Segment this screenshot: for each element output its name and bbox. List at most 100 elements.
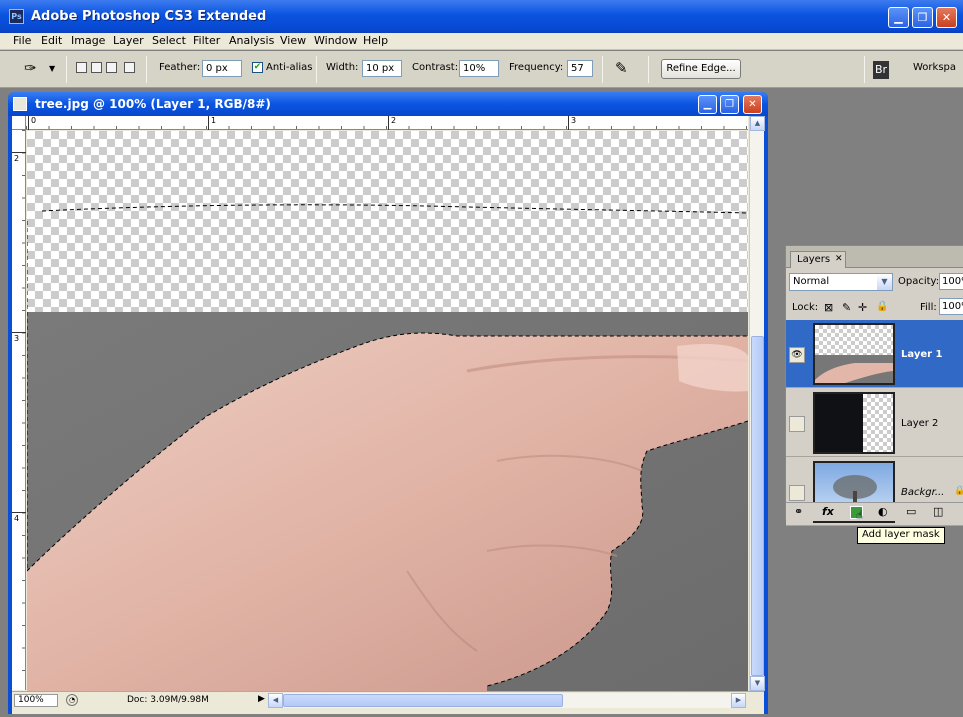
scroll-left-arrow-icon[interactable]: ◀ bbox=[268, 693, 283, 708]
doc-close-button[interactable]: ✕ bbox=[743, 95, 762, 114]
fill-label: Fill: bbox=[920, 302, 937, 313]
subtract-from-selection-icon[interactable] bbox=[106, 62, 117, 73]
menu-filter[interactable]: Filter bbox=[193, 34, 220, 47]
horizontal-ruler[interactable]: 0 1 2 3 bbox=[26, 116, 748, 130]
menu-layer[interactable]: Layer bbox=[113, 34, 144, 47]
separator bbox=[648, 56, 649, 83]
doc-maximize-button[interactable]: ❐ bbox=[720, 95, 739, 114]
ruler-label: 1 bbox=[211, 116, 217, 125]
lock-position-icon[interactable]: ✛ bbox=[858, 301, 867, 314]
menu-help[interactable]: Help bbox=[363, 34, 388, 47]
layer-row-layer-2[interactable]: Layer 2 bbox=[786, 389, 963, 457]
layer-name: Backgr... bbox=[901, 487, 945, 498]
menu-file[interactable]: File bbox=[13, 34, 31, 47]
status-menu-icon[interactable]: ◔ bbox=[66, 694, 78, 706]
separator bbox=[864, 56, 865, 83]
new-group-icon[interactable]: ▭ bbox=[906, 505, 916, 518]
layers-tab-bar: Layers ✕ bbox=[786, 246, 963, 268]
visibility-toggle[interactable] bbox=[789, 416, 805, 432]
app-title-bar: Ps Adobe Photoshop CS3 Extended ▁ ❐ ✕ bbox=[0, 0, 963, 33]
opacity-label: Opacity: bbox=[898, 276, 940, 287]
eye-icon[interactable]: 👁 bbox=[789, 347, 805, 363]
menu-window[interactable]: Window bbox=[314, 34, 357, 47]
ruler-major-tick bbox=[12, 332, 26, 333]
opacity-input[interactable]: 100% bbox=[939, 273, 963, 290]
menu-edit[interactable]: Edit bbox=[41, 34, 62, 47]
ruler-major-tick bbox=[568, 116, 569, 130]
scroll-down-arrow-icon[interactable]: ▼ bbox=[750, 676, 765, 691]
layers-panel: Layers ✕ Normal ▼ Opacity: 100% Lock: ⊠ … bbox=[785, 245, 963, 526]
close-tab-icon[interactable]: ✕ bbox=[835, 254, 843, 264]
vertical-ruler[interactable]: 2 3 4 bbox=[12, 130, 26, 690]
doc-minimize-button[interactable]: ▁ bbox=[698, 95, 717, 114]
document-title: tree.jpg @ 100% (Layer 1, RGB/8#) bbox=[35, 97, 271, 111]
selection-marquee-top bbox=[41, 204, 748, 214]
vertical-scroll-thumb[interactable] bbox=[751, 336, 764, 676]
scroll-up-arrow-icon[interactable]: ▲ bbox=[750, 116, 765, 131]
refine-edge-button[interactable]: Refine Edge... bbox=[661, 59, 741, 79]
contrast-input[interactable]: 10% bbox=[459, 60, 499, 77]
layers-tab[interactable]: Layers ✕ bbox=[790, 251, 846, 268]
bridge-icon[interactable]: Br bbox=[873, 61, 890, 79]
chevron-down-icon[interactable]: ▼ bbox=[877, 274, 892, 290]
add-to-selection-icon[interactable] bbox=[91, 62, 102, 73]
ruler-label: 2 bbox=[391, 116, 397, 125]
fx-icon[interactable]: fx bbox=[822, 505, 834, 518]
link-layers-icon[interactable]: ⚭ bbox=[794, 505, 803, 518]
ruler-label: 3 bbox=[571, 116, 577, 125]
frequency-label: Frequency: bbox=[509, 62, 564, 73]
tool-preset-chevron-icon[interactable]: ▼ bbox=[49, 64, 55, 73]
visibility-toggle[interactable] bbox=[789, 485, 805, 501]
tablet-pressure-icon[interactable]: ✎ bbox=[615, 59, 628, 77]
layer-row-layer-1[interactable]: 👁 Layer 1 bbox=[786, 320, 963, 388]
ruler-label: 4 bbox=[14, 514, 20, 523]
lock-all-icon[interactable]: 🔒 bbox=[876, 301, 888, 312]
layer-name: Layer 1 bbox=[901, 349, 943, 360]
layer-thumbnail bbox=[813, 323, 895, 385]
feather-label: Feather: bbox=[159, 62, 201, 73]
ruler-origin[interactable] bbox=[12, 116, 26, 130]
zoom-field[interactable]: 100% bbox=[14, 694, 58, 707]
document-window: tree.jpg @ 100% (Layer 1, RGB/8#) ▁ ❐ ✕ … bbox=[8, 92, 768, 714]
menu-image[interactable]: Image bbox=[71, 34, 105, 47]
close-button[interactable]: ✕ bbox=[936, 7, 957, 28]
antialias-label: Anti-alias bbox=[266, 62, 313, 73]
horizontal-scroll-thumb[interactable] bbox=[283, 694, 563, 707]
contrast-label: Contrast: bbox=[412, 62, 459, 73]
feather-input[interactable]: 0 px bbox=[202, 60, 242, 77]
workspace-button[interactable]: Workspa bbox=[913, 62, 956, 73]
layer-thumbnail bbox=[813, 392, 895, 454]
new-selection-icon[interactable] bbox=[76, 62, 87, 73]
width-label: Width: bbox=[326, 62, 359, 73]
new-layer-icon[interactable]: ◫ bbox=[933, 505, 943, 518]
horizontal-scrollbar[interactable]: ◀ ▶ bbox=[268, 693, 746, 708]
canvas-artwork bbox=[27, 204, 748, 691]
width-input[interactable]: 10 px bbox=[362, 60, 402, 77]
blend-mode-select[interactable]: Normal ▼ bbox=[789, 273, 893, 291]
blend-mode-value: Normal bbox=[793, 276, 830, 287]
magnetic-lasso-tool-icon[interactable]: ✑ bbox=[24, 59, 37, 77]
ruler-label: 0 bbox=[31, 116, 37, 125]
adjustment-layer-icon[interactable]: ◐ bbox=[878, 505, 888, 518]
menu-view[interactable]: View bbox=[280, 34, 306, 47]
photoshop-logo-icon: Ps bbox=[9, 9, 24, 24]
intersect-selection-icon[interactable] bbox=[124, 62, 135, 73]
frequency-input[interactable]: 57 bbox=[567, 60, 593, 77]
separator bbox=[146, 56, 147, 83]
menu-analysis[interactable]: Analysis bbox=[229, 34, 274, 47]
scroll-right-arrow-icon[interactable]: ▶ bbox=[731, 693, 746, 708]
image-canvas[interactable] bbox=[27, 131, 748, 691]
maximize-button[interactable]: ❐ bbox=[912, 7, 933, 28]
layer-thumbnail-art bbox=[815, 355, 893, 383]
hand-cursor-icon: ☝ bbox=[856, 508, 864, 522]
menu-select[interactable]: Select bbox=[152, 34, 186, 47]
lock-icon: 🔒 bbox=[954, 486, 963, 496]
ruler-major-tick bbox=[12, 152, 26, 153]
status-arrow-icon[interactable]: ▶ bbox=[258, 694, 265, 704]
lock-transparent-icon[interactable]: ⊠ bbox=[824, 301, 833, 314]
vertical-scrollbar[interactable]: ▲ ▼ bbox=[749, 116, 765, 691]
lock-image-icon[interactable]: ✎ bbox=[842, 301, 851, 314]
minimize-button[interactable]: ▁ bbox=[888, 7, 909, 28]
antialias-checkbox[interactable]: ✔ bbox=[252, 62, 263, 73]
fill-input[interactable]: 100% bbox=[939, 298, 963, 315]
